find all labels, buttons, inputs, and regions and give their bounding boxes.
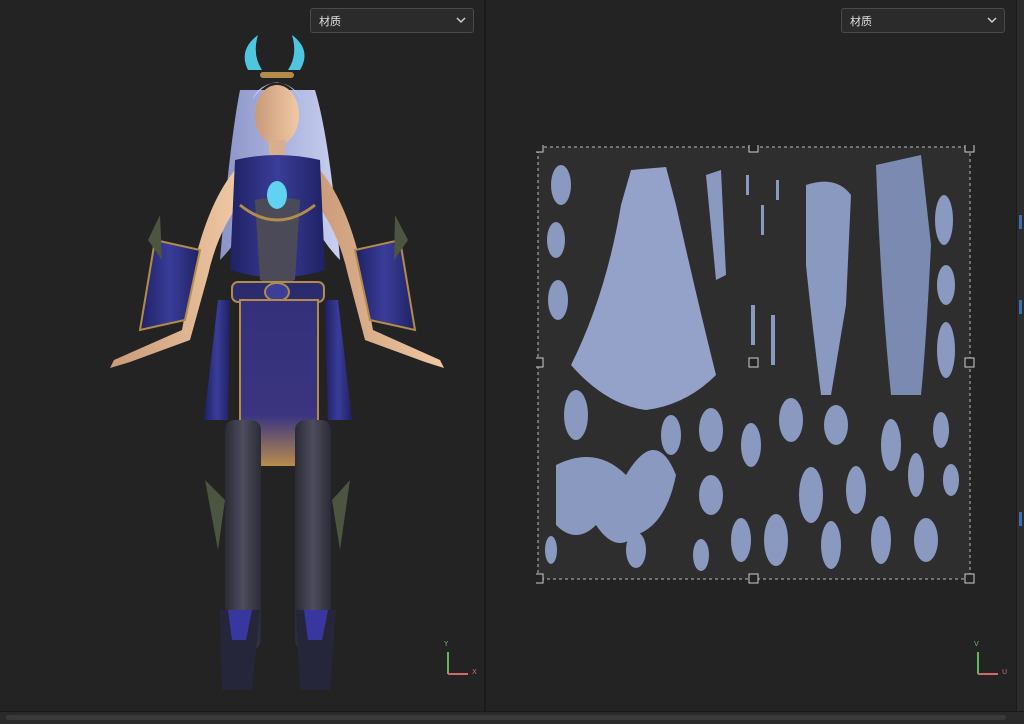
dropdown-label: 材质 <box>850 15 872 28</box>
material-dropdown-right[interactable]: 材质 <box>841 8 1005 33</box>
axis-gizmo-icon: V U <box>972 640 1012 680</box>
axis-label-x: X <box>472 668 477 676</box>
right-side-panel-edge[interactable] <box>1016 0 1024 711</box>
rail-marker <box>1019 300 1022 314</box>
rail-marker <box>1019 512 1022 526</box>
chevron-down-icon <box>987 17 997 24</box>
material-dropdown-left[interactable]: 材质 <box>310 8 474 33</box>
horizontal-scrollbar[interactable] <box>0 711 1024 724</box>
uv-canvas[interactable] <box>536 145 976 585</box>
scrollbar-thumb[interactable] <box>6 715 1006 720</box>
dropdown-label: 材质 <box>319 15 341 28</box>
rail-marker <box>1019 215 1022 229</box>
chevron-down-icon <box>456 17 466 24</box>
axis-gizmo-icon: Y X <box>442 640 482 680</box>
viewport-3d[interactable]: 材质 Y X <box>0 0 484 711</box>
character-model[interactable] <box>100 30 460 700</box>
axis-label-u: U <box>1002 668 1008 676</box>
